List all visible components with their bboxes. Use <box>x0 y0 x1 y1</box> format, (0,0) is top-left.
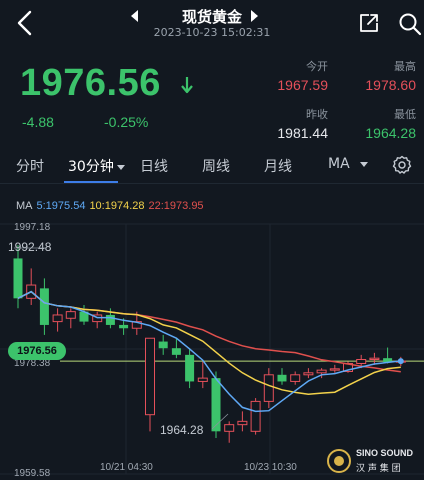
candle-body <box>329 368 340 371</box>
candle-body <box>158 341 168 349</box>
low-price-marker: 1964.28 <box>160 423 204 437</box>
watermark-text-cn: 汉 声 集 团 <box>356 464 401 474</box>
stat-open-label: 今开 <box>306 60 328 73</box>
chevron-down-icon <box>116 164 125 170</box>
y-axis-max-label: 1997.18 <box>14 222 51 233</box>
candle-body <box>145 337 155 416</box>
top-bar: 现货黄金 2023-10-23 15:02:31 <box>0 0 424 48</box>
tab-30min-label: 30分钟 <box>68 159 114 175</box>
candle-body <box>39 288 49 325</box>
candle-body <box>105 314 115 325</box>
candle-body <box>277 374 287 382</box>
last-price: 1976.56 <box>20 62 161 104</box>
candle-body <box>185 354 195 382</box>
tab-weekly[interactable]: 周线 <box>202 156 230 176</box>
active-tab-indicator <box>64 181 118 183</box>
down-arrow-icon <box>181 77 193 94</box>
candle-body <box>237 420 248 426</box>
watermark-text-en: SINO SOUND <box>356 448 414 458</box>
ma-legend-title: MA <box>16 200 33 212</box>
price-change-percent: -0.25% <box>104 114 149 130</box>
stat-low-label: 最低 <box>394 108 416 121</box>
candle-body <box>263 374 274 402</box>
sino-sound-logo-icon <box>327 449 351 473</box>
tab-30min[interactable]: 30分钟 <box>68 156 125 176</box>
stat-high: 最高 1978.60 <box>354 58 416 93</box>
x-axis-label-1: 10/21 04:30 <box>100 462 153 473</box>
sino-sound-watermark: SINO SOUND 汉 声 集 团 <box>326 446 422 476</box>
stat-low-value: 1964.28 <box>365 125 416 141</box>
stat-high-value: 1978.60 <box>365 77 416 93</box>
ma22-value: 22:1973.95 <box>148 200 204 212</box>
tab-daily[interactable]: 日线 <box>140 156 168 176</box>
candle-body <box>290 374 301 382</box>
candle-body <box>13 258 23 299</box>
stat-prev-close: 昨收 1981.44 <box>268 106 328 141</box>
settings-gear-icon[interactable] <box>392 155 412 175</box>
quote-panel: 1976.56 -4.88 -0.25% 今开 1967.59 最高 1978.… <box>0 48 424 148</box>
ma10-line <box>17 290 401 395</box>
high-price-marker: 1992.48 <box>8 240 52 254</box>
tab-ma-label: MA <box>328 156 350 172</box>
x-axis-label-2: 10/23 10:30 <box>244 462 297 473</box>
tab-indicator-ma[interactable]: MA <box>328 156 368 172</box>
search-icon[interactable] <box>398 12 422 36</box>
candle-body <box>250 400 261 432</box>
ma-legend: MA 5:1975.54 10:1974.28 22:1973.95 <box>16 200 208 212</box>
current-price-tag: 1976.56 <box>8 342 66 360</box>
candle-body <box>303 372 314 376</box>
candle-body <box>52 314 63 323</box>
ma10-value: 10:1974.28 <box>89 200 145 212</box>
period-tabs: 分时 30分钟 日线 周线 月线 MA <box>0 148 424 184</box>
price-change: -4.88 <box>22 114 54 130</box>
candle-body <box>211 378 221 432</box>
stat-open: 今开 1967.59 <box>268 58 328 93</box>
page-title: 现货黄金 <box>181 8 242 26</box>
candle-body <box>119 324 129 329</box>
candle-body <box>356 359 367 364</box>
candle-body <box>197 377 208 382</box>
candle-body <box>369 357 380 361</box>
ma5-value: 5:1975.54 <box>36 200 86 212</box>
stat-open-value: 1967.59 <box>277 77 328 93</box>
ma22-line <box>17 290 401 373</box>
stat-low: 最低 1964.28 <box>354 106 416 141</box>
indicator-chevron-down-icon <box>359 161 368 167</box>
candle-body <box>316 369 327 374</box>
tab-intraday[interactable]: 分时 <box>16 156 44 176</box>
next-instrument-icon[interactable] <box>248 9 260 23</box>
ma5-line <box>17 290 401 413</box>
tab-monthly[interactable]: 月线 <box>264 156 292 176</box>
y-axis-min-label: 1959.58 <box>14 468 51 479</box>
stat-prev-close-label: 昨收 <box>306 108 328 121</box>
last-price-dot <box>397 358 404 365</box>
candles <box>13 245 406 443</box>
candle-body <box>65 311 76 319</box>
candle-body <box>171 348 181 355</box>
share-icon[interactable] <box>358 12 380 34</box>
stat-prev-close-value: 1981.44 <box>277 125 328 141</box>
stat-high-label: 最高 <box>394 60 416 73</box>
candle-body <box>224 424 235 432</box>
